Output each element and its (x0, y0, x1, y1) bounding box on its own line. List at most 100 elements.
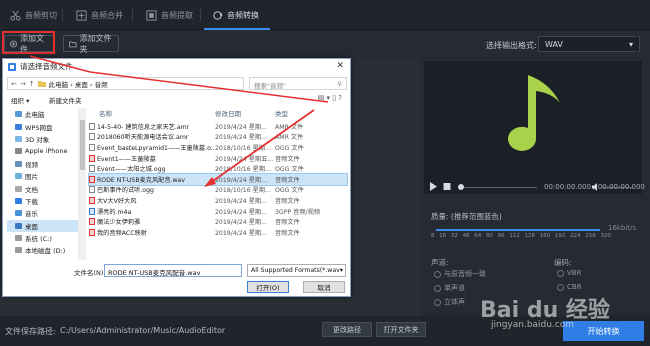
view-options-icon[interactable]: ▤ ▾ ▯ ? (318, 94, 342, 102)
folder-icon (69, 41, 77, 47)
tree-label: 音乐 (25, 210, 38, 219)
tab-label: 音频提取 (161, 10, 193, 20)
tree-item-3d[interactable]: 3D 对象 (7, 133, 78, 145)
channel-option-mono[interactable]: 单声道 (434, 283, 465, 293)
highlight-annotation-box (2, 31, 55, 54)
tree-item-pictures[interactable]: 图片 (7, 170, 78, 182)
tree-item-desktop[interactable]: 桌面 (7, 219, 78, 232)
radio-icon (557, 269, 564, 277)
tab-label: 音频剪切 (25, 10, 57, 20)
tick-label: 256 (585, 233, 596, 239)
tree-item-this-pc[interactable]: 此电脑 (7, 108, 78, 120)
tree-label: 视频 (25, 160, 38, 169)
dialog-title: 请选择音频文件 (20, 62, 73, 71)
encode-option-cbr[interactable]: CBR (557, 283, 582, 291)
column-date[interactable]: 修改日期 (215, 108, 275, 119)
audio-file-icon (89, 175, 95, 183)
organize-menu[interactable]: 组织 ▾ (11, 95, 29, 105)
file-row-selected[interactable]: RODE NT-USB麦克风配音.wav 2019/4/24 星期... 音频文件 (88, 173, 348, 186)
drive-icon (15, 247, 22, 254)
file-row[interactable]: 魔法少女伊莉雅 2019/4/24 星期... 音频文件 (89, 216, 347, 227)
progress-track[interactable] (462, 187, 537, 188)
audio-file-icon (89, 196, 95, 204)
tree-item-videos[interactable]: 视频 (7, 158, 78, 170)
file-row[interactable]: 巴斯事件的试听.ogg 2018/10/16 星期... OGG 文件 (89, 185, 347, 196)
file-row[interactable]: Event——太阳之城.ogg 2018/10/16 星期... OGG 文件 (89, 163, 347, 174)
back-arrow-icon[interactable]: ← (11, 80, 17, 88)
channel-option-stereo[interactable]: 立体声 (434, 297, 465, 307)
tab-audio-extract[interactable]: 音频提取 (146, 0, 193, 30)
file-type: AMR 文件 (275, 134, 304, 142)
tree-item-documents[interactable]: 文档 (7, 182, 78, 194)
scissors-icon (10, 10, 21, 21)
tree-label: 系统 (C:) (25, 235, 52, 244)
search-input[interactable]: 搜索"音频" ⚲ (249, 77, 347, 90)
tree-scrollbar[interactable] (79, 108, 86, 260)
file-row[interactable]: Event1——王童陵墓 2019/4/24 星期五... 音频文件 (89, 153, 347, 164)
desktop-icon (15, 222, 22, 229)
tree-item-drive-c[interactable]: 系统 (C:) (7, 232, 78, 244)
cancel-button[interactable]: 取消 (303, 281, 345, 293)
file-row[interactable]: Event_basteLpyramid1——王童陵墓.o... 2018/10/1… (89, 142, 347, 153)
file-icon (89, 122, 95, 130)
tree-item-music[interactable]: 音乐 (7, 207, 78, 219)
forward-arrow-icon[interactable]: → (20, 80, 26, 88)
scrollbar-thumb[interactable] (80, 120, 85, 170)
tree-item-downloads[interactable]: 下载 (7, 195, 78, 207)
encode-label: 编码: (554, 258, 572, 267)
address-bar[interactable]: ← → ↑ 此电脑 › 桌面 › 音频 (7, 77, 244, 90)
volume-slider[interactable] (602, 187, 632, 188)
add-folder-button[interactable]: 添加文件夹 (63, 34, 119, 54)
video-icon (15, 160, 22, 167)
file-row[interactable]: 2018060听天能源电话会议.amr 2019/4/24 星期... AMR 文件 (89, 132, 347, 143)
channel-option-original[interactable]: 与原音频一致 (434, 269, 486, 279)
encode-option-vbr[interactable]: VBR (557, 269, 581, 277)
file-type: 3GPP 音频/视频 (275, 208, 320, 216)
up-arrow-icon[interactable]: ↑ (29, 80, 35, 88)
file-type: 音频文件 (275, 219, 300, 227)
music-icon (15, 210, 22, 217)
radio-icon (434, 284, 441, 292)
tree-label: 桌面 (25, 222, 38, 231)
file-row[interactable]: 大V大V好大风 2019/4/24 星期... 音频文件 (89, 195, 347, 206)
new-folder-button[interactable]: 新建文件夹 (49, 95, 82, 105)
filetype-select[interactable]: All Supported Formats(*.wav ▾ (247, 264, 346, 277)
play-icon[interactable] (429, 182, 437, 191)
divider (132, 9, 133, 21)
file-list: 14-5-40- 建筑信息之家天艺.amr 2019/4/24 星期... AMR … (88, 121, 348, 238)
start-convert-button[interactable]: 开始转换 (563, 321, 644, 341)
filename-input[interactable]: RODE NT-USB麦克风配音.wav (104, 264, 242, 277)
merge-icon (76, 9, 87, 21)
tab-audio-convert[interactable]: 音频转换 (212, 0, 259, 30)
progress-handle[interactable] (458, 184, 464, 190)
file-date: 2019/4/24 星期... (215, 208, 267, 216)
tab-audio-cut[interactable]: 音频剪切 (10, 0, 57, 30)
tick-label: 128 (524, 233, 536, 239)
filename-label: 文件名(N): (74, 269, 106, 277)
tree-item-iphone[interactable]: Apple iPhone (7, 145, 78, 157)
close-icon[interactable]: ✕ (336, 61, 344, 71)
volume-icon[interactable] (592, 183, 601, 191)
open-folder-button[interactable]: 打开文件夹 (376, 322, 426, 337)
file-row[interactable]: 我的音频ACC映射 2019/4/24 星期... 音频文件 (89, 227, 347, 238)
file-row[interactable]: 14-5-40- 建筑信息之家天艺.amr 2019/4/24 星期... AMR … (89, 121, 347, 132)
file-row[interactable]: 漂亮的.m4a 2019/4/24 星期... 3GPP 音频/视频 (89, 206, 347, 217)
open-button[interactable]: 打开(O) (247, 281, 289, 293)
column-name[interactable]: 名称 (89, 108, 215, 119)
file-name: 我的音频ACC映射 (97, 229, 147, 237)
file-date: 2019/4/24 星期五... (215, 155, 274, 163)
tree-item-wps[interactable]: WPS网盘 (7, 120, 78, 132)
column-type[interactable]: 类型 (275, 108, 325, 119)
tab-audio-merge[interactable]: 音频合并 (76, 0, 123, 30)
file-name: Event_basteLpyramid1——王童陵墓.o... (97, 144, 215, 152)
tree-item-drive-d[interactable]: 本地磁盘 (D:) (7, 244, 78, 256)
output-format-select[interactable]: WAV ▾ (538, 36, 640, 52)
file-type: 音频文件 (275, 229, 300, 237)
tick-label: 32 (450, 233, 458, 239)
chevron-down-icon: ▾ (628, 39, 633, 49)
stop-icon[interactable] (443, 182, 451, 191)
radio-icon (434, 270, 441, 278)
quality-slider[interactable] (436, 229, 600, 231)
file-name: 2018060听天能源电话会议.amr (97, 134, 189, 142)
change-path-button[interactable]: 更改路径 (322, 322, 372, 337)
